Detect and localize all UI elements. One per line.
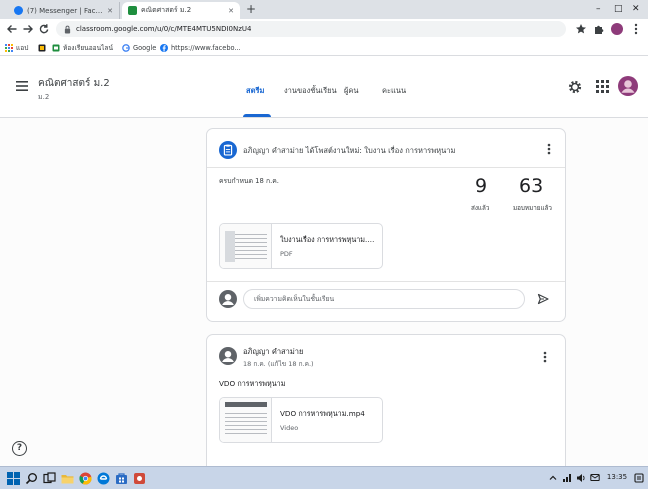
browser-tab-label: (7) Messenger | Facebook <box>27 6 105 15</box>
show-hidden-icons-chevron-icon[interactable] <box>548 473 558 483</box>
notification-center-icon[interactable] <box>634 473 644 483</box>
bookmark-label: Google <box>133 43 157 52</box>
maximize-icon[interactable]: □ <box>614 3 623 15</box>
more-options-icon[interactable] <box>543 351 547 363</box>
help-icon[interactable]: ? <box>12 441 27 456</box>
minimize-icon[interactable]: – <box>596 3 601 15</box>
close-tab-icon[interactable]: ✕ <box>228 7 234 15</box>
extensions-puzzle-icon[interactable] <box>593 23 605 35</box>
browser-tab-strip: (7) Messenger | Facebook ✕ คณิตศาสตร์ ม.… <box>0 0 648 19</box>
task-view-icon[interactable] <box>43 472 56 485</box>
app-icon[interactable] <box>133 472 146 485</box>
google-icon <box>122 43 130 52</box>
stream-post-announcement[interactable]: อภิญญา คำสาม่าย 18 ก.ค. (แก้ไข 18 ก.ค.) … <box>206 334 566 484</box>
tab-people[interactable]: ผู้คน <box>344 85 359 97</box>
post-date: 18 ก.ค. (แก้ไข 18 ก.ค.) <box>243 360 314 368</box>
tab-stream[interactable]: สตรีม <box>246 85 264 97</box>
thumbnail-video-bar <box>225 402 267 407</box>
close-window-icon[interactable]: ✕ <box>632 3 640 15</box>
browser-tab-label: คณิตศาสตร์ ม.2 <box>141 6 192 14</box>
back-arrow-icon[interactable] <box>6 23 18 35</box>
forward-arrow-icon[interactable] <box>22 23 34 35</box>
assignment-icon <box>219 141 237 159</box>
network-icon[interactable] <box>562 473 572 483</box>
url-text: classroom.google.com/u/0/c/MTE4MTU5NDI0N… <box>76 25 252 33</box>
assigned-count[interactable]: 63 <box>519 175 543 197</box>
attachment-type: Video <box>280 424 299 432</box>
messenger-favicon-icon <box>14 6 23 15</box>
class-title[interactable]: คณิตศาสตร์ ม.2 <box>38 76 110 91</box>
stream-post-assignment[interactable]: อภิญญา คำสาม่าย ได้โพสต์งานใหม่: ใบงาน เ… <box>206 128 566 322</box>
tab-classwork[interactable]: งานของชั้นเรียน <box>284 85 337 97</box>
post-divider <box>207 167 565 168</box>
assigned-label: มอบหมายแล้ว <box>513 205 552 212</box>
attachment-title: ใบงานเรื่อง การหารพหุนาม.pdf <box>280 235 378 244</box>
turned-in-count[interactable]: 9 <box>475 175 487 197</box>
attachment-pdf[interactable]: ใบงานเรื่อง การหารพหุนาม.pdf PDF <box>219 223 383 269</box>
bookmark-facebook[interactable]: https://www.facebo... <box>160 42 241 53</box>
attachment-video[interactable]: VDO การหารพหุนาม.mp4 Video <box>219 397 383 443</box>
bookmark-google[interactable]: Google <box>122 42 156 53</box>
screen: (7) Messenger | Facebook ✕ คณิตศาสตร์ ม.… <box>0 0 648 489</box>
classroom-header: คณิตศาสตร์ ม.2 ม.2 สตรีม งานของชั้นเรียน… <box>0 56 648 118</box>
user-avatar <box>219 290 237 308</box>
lock-icon[interactable] <box>64 25 71 34</box>
due-date: ครบกำหนด 18 ก.ค. <box>219 177 279 185</box>
browser-tab-messenger[interactable]: (7) Messenger | Facebook ✕ <box>8 2 120 19</box>
thumbnail-video-frame <box>225 410 267 436</box>
more-options-icon[interactable] <box>547 143 551 155</box>
file-explorer-icon[interactable] <box>61 472 74 485</box>
browser-tab-classroom[interactable]: คณิตศาสตร์ ม.2 ✕ <box>122 2 240 19</box>
tab-grades[interactable]: คะแนน <box>382 85 406 97</box>
volume-icon[interactable] <box>576 473 586 483</box>
bookmarks-bar: แอป ห้องเรียนออนไลน์ Google https://www.… <box>0 39 648 56</box>
windows-start-icon[interactable] <box>7 472 20 485</box>
facebook-icon <box>160 43 168 52</box>
chrome-icon[interactable] <box>79 472 92 485</box>
search-icon[interactable] <box>25 472 38 485</box>
account-avatar[interactable] <box>618 76 638 96</box>
attachment-title: VDO การหารพหุนาม.mp4 <box>280 409 365 418</box>
browser-toolbar: classroom.google.com/u/0/c/MTE4MTU5NDI0N… <box>0 19 648 39</box>
classroom-bookmark-icon <box>52 44 60 51</box>
close-tab-icon[interactable]: ✕ <box>107 7 113 15</box>
classroom-favicon-icon <box>128 6 137 15</box>
bookmark-icon <box>38 44 46 51</box>
active-tab-indicator <box>243 114 271 117</box>
comment-divider <box>207 281 565 282</box>
taskbar-clock[interactable]: 13:35 <box>604 473 630 481</box>
class-section: ม.2 <box>38 93 50 101</box>
address-bar[interactable]: classroom.google.com/u/0/c/MTE4MTU5NDI0N… <box>56 21 566 37</box>
bookmark-label: https://www.facebo... <box>171 43 241 52</box>
post-author: อภิญญา คำสาม่าย <box>243 347 304 356</box>
post-body-text: VDO การหารพหุนาม <box>219 379 286 388</box>
bookmark-item[interactable] <box>38 42 49 53</box>
thumbnail-table-column <box>225 231 235 262</box>
turned-in-label: ส่งแล้ว <box>471 205 490 212</box>
bookmark-online-classroom[interactable]: ห้องเรียนออนไลน์ <box>52 42 113 53</box>
new-tab-icon[interactable]: + <box>246 1 256 17</box>
send-icon[interactable] <box>537 293 549 305</box>
message-icon[interactable] <box>590 473 600 483</box>
browser-profile-avatar[interactable] <box>611 23 623 35</box>
author-avatar <box>219 347 237 365</box>
main-menu-icon[interactable] <box>16 81 28 91</box>
bookmark-label: แอป <box>16 44 29 52</box>
edge-icon[interactable] <box>97 472 110 485</box>
bookmark-apps[interactable]: แอป <box>5 42 28 53</box>
windows-taskbar: 13:35 <box>0 466 648 489</box>
attachment-type: PDF <box>280 250 293 258</box>
post-header-text[interactable]: อภิญญา คำสาม่าย ได้โพสต์งานใหม่: ใบงาน เ… <box>243 145 533 157</box>
browser-menu-icon[interactable] <box>634 23 638 35</box>
google-apps-icon[interactable] <box>596 80 609 93</box>
gear-icon[interactable] <box>568 80 582 94</box>
attachment-thumbnail <box>220 398 272 442</box>
class-comment-input[interactable] <box>243 289 525 309</box>
store-icon[interactable] <box>115 472 128 485</box>
reload-icon[interactable] <box>38 23 50 35</box>
apps-grid-icon <box>5 43 13 52</box>
attachment-thumbnail <box>220 224 272 268</box>
bookmark-star-icon[interactable] <box>575 23 587 35</box>
bookmark-label: ห้องเรียนออนไลน์ <box>63 44 113 52</box>
